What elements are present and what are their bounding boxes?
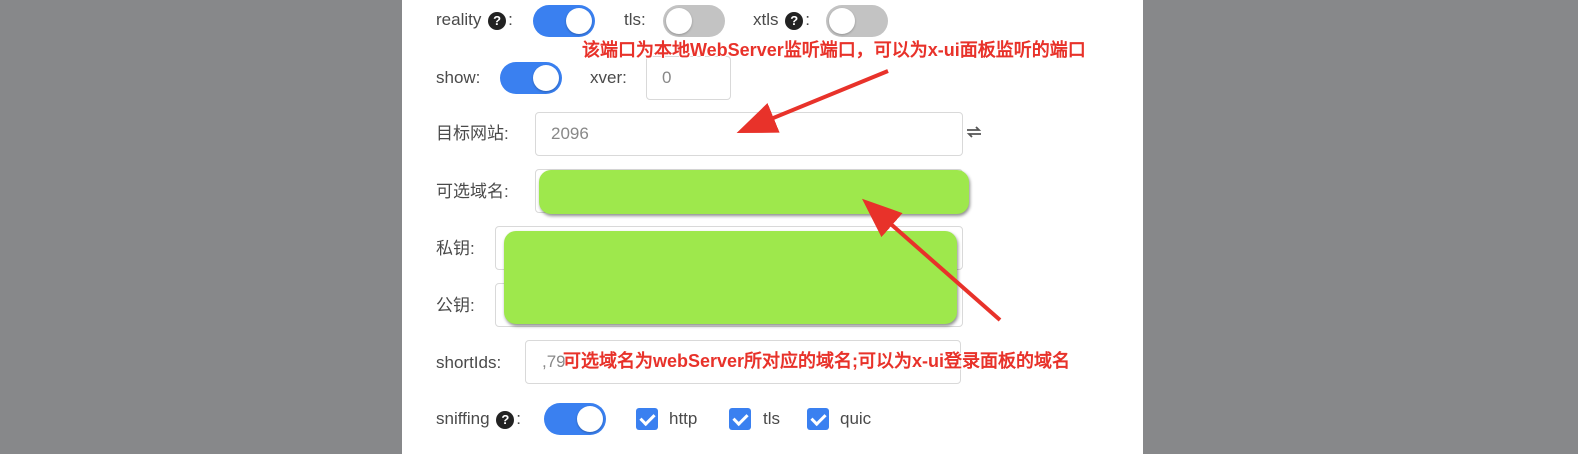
- show-label: show:: [436, 68, 481, 87]
- xtls-label-group: xtls ?:: [753, 10, 810, 30]
- toggle-knob: [566, 8, 592, 34]
- redaction-block: [504, 231, 957, 324]
- tls-label: tls:: [624, 10, 646, 29]
- short-ids-label: shortIds:: [436, 353, 502, 372]
- xtls-label: xtls: [753, 10, 779, 29]
- reality-label-group: reality ?:: [436, 10, 513, 30]
- sniffing-toggle[interactable]: [544, 403, 606, 435]
- help-icon[interactable]: ?: [496, 410, 515, 429]
- http-checkbox[interactable]: [636, 408, 658, 430]
- annotation-top: 该端口为本地WebServer监听端口，可以为x-ui面板监听的端口: [582, 40, 1086, 60]
- toggle-knob: [829, 8, 855, 34]
- quic-label: quic: [840, 409, 872, 428]
- private-key-label: 私钥:: [436, 239, 475, 258]
- tls-check-label: tls: [763, 409, 780, 428]
- toggle-knob: [533, 65, 559, 91]
- help-icon[interactable]: ?: [488, 11, 507, 30]
- http-label: http: [669, 409, 698, 428]
- target-input[interactable]: 2096: [535, 112, 963, 156]
- public-key-label: 公钥:: [436, 296, 475, 315]
- xver-label: xver:: [590, 68, 627, 87]
- server-names-label: 可选域名:: [436, 182, 509, 201]
- xtls-toggle[interactable]: [826, 5, 888, 37]
- sniffing-label-group: sniffing ?:: [436, 409, 522, 429]
- annotation-bottom: 可选域名为webServer所对应的域名;可以为x-ui登录面板的域名: [563, 351, 1071, 371]
- toggle-knob: [577, 406, 603, 432]
- sniffing-label: sniffing: [436, 409, 490, 428]
- reality-toggle[interactable]: [533, 5, 595, 37]
- tls-toggle[interactable]: [663, 5, 725, 37]
- xver-input[interactable]: 0: [646, 56, 731, 100]
- reality-label: reality: [436, 10, 482, 29]
- redaction-block: [539, 170, 969, 214]
- tls-checkbox[interactable]: [729, 408, 751, 430]
- toggle-knob: [666, 8, 692, 34]
- refresh-icon[interactable]: [964, 122, 984, 147]
- show-toggle[interactable]: [500, 62, 562, 94]
- quic-checkbox[interactable]: [807, 408, 829, 430]
- help-icon[interactable]: ?: [785, 11, 804, 30]
- target-label: 目标网站:: [436, 124, 509, 143]
